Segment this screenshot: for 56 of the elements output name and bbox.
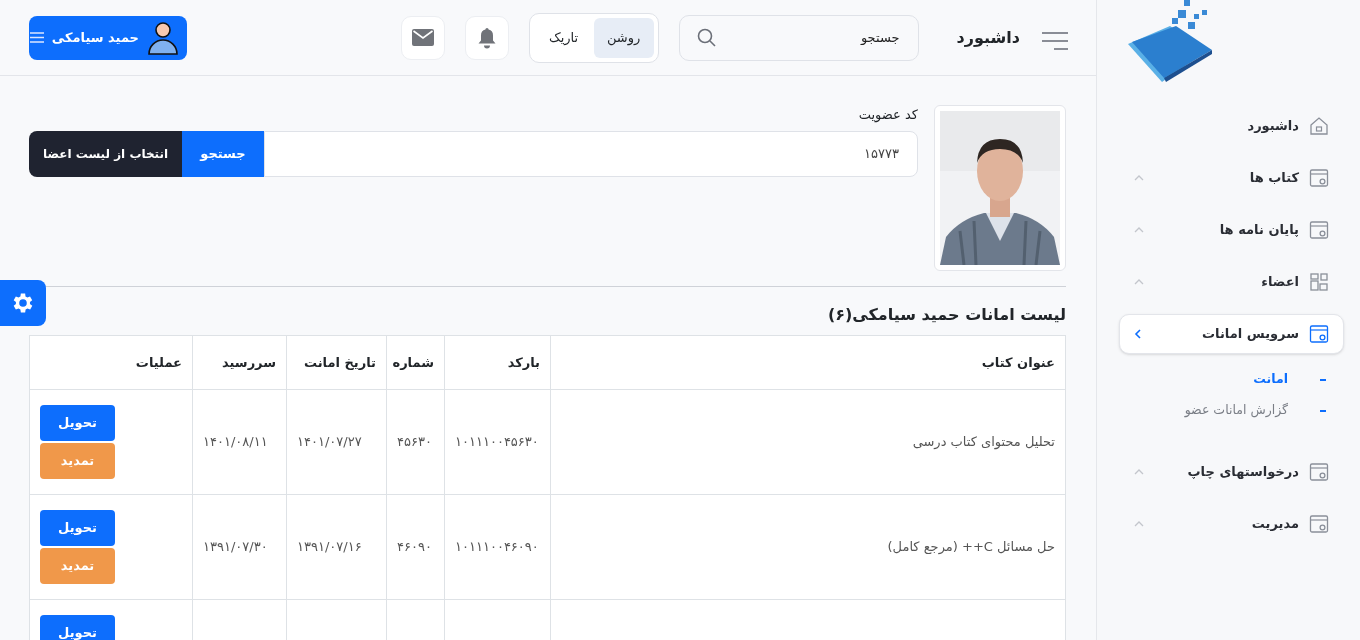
column-header: سررسید (192, 335, 287, 390)
avatar-icon (147, 20, 179, 55)
page-title: داشبورد (956, 26, 1020, 49)
table-cell: ۱۳۹۱/۰۷/۱۶ (297, 539, 362, 555)
table-cell: ۱۴۰۱/۰۸/۱۱ (203, 434, 268, 450)
bell-icon (476, 26, 497, 49)
sidebar-item[interactable]: پایان نامه ها (1119, 210, 1344, 250)
window-settings-icon (1309, 324, 1329, 344)
menu-icon[interactable] (1042, 30, 1068, 51)
table-cell: ۴۵۶۳۰ (397, 434, 432, 450)
menu-icon (29, 32, 44, 43)
return-button[interactable]: تحویل (40, 615, 115, 640)
mail-button[interactable] (400, 15, 445, 60)
table-cell: تحلیل محتوای کتاب درسی (912, 434, 1055, 450)
return-button[interactable]: تحویل (40, 405, 115, 441)
sidebar-item[interactable]: سرویس امانات (1119, 314, 1344, 354)
sidebar-item[interactable]: اعضاء (1119, 262, 1344, 302)
search-button[interactable]: جستجو (182, 130, 264, 177)
search-icon (696, 27, 717, 48)
window-settings-icon (1309, 514, 1329, 534)
field-label: کد عضویت (857, 106, 918, 125)
submenu-item[interactable]: امانت (1253, 370, 1288, 389)
column-header: بارکد (444, 335, 551, 390)
user-menu-button[interactable]: حمید سیامکی (29, 15, 187, 60)
notification-button[interactable] (464, 15, 509, 60)
search-field[interactable]: جستجو (678, 14, 919, 61)
sidebar-item[interactable]: مدیریت (1119, 504, 1344, 544)
window-settings-icon (1309, 220, 1329, 240)
bullet-dash (1320, 409, 1326, 412)
settings-button[interactable] (0, 280, 46, 326)
submenu-item[interactable]: گزارش امانات عضو (1184, 401, 1288, 420)
bullet-dash (1320, 378, 1326, 381)
window-settings-icon (1309, 462, 1329, 482)
column-header: تاریخ امانت (286, 335, 387, 390)
window-settings-icon (1309, 168, 1329, 188)
sidebar-item[interactable]: کتاب ها (1119, 158, 1344, 198)
pick-member-button[interactable]: انتخاب از لیست اعضا (29, 130, 182, 177)
column-header: شماره (386, 335, 445, 390)
section-title: لیست امانات حمید سیامکی(۶) (826, 304, 1066, 326)
table-cell: ۱۴۰۱/۰۷/۲۷ (297, 434, 362, 450)
table-cell: ۱۳۹۱/۰۷/۳۰ (203, 539, 268, 555)
column-header: عنوان کتاب (550, 335, 1066, 390)
return-button[interactable]: تحویل (40, 510, 115, 546)
member-code-field[interactable]: ۱۵۷۷۳ (264, 130, 918, 177)
column-header: عملیات (29, 335, 193, 390)
grid-icon (1309, 272, 1329, 292)
sidebar-item[interactable]: داشبورد (1119, 106, 1344, 146)
theme-option[interactable]: روشن (593, 17, 654, 58)
table-cell: حل مسائل C++ (مرجع کامل) (887, 539, 1055, 555)
user-name: حمید سیامکی (51, 28, 139, 47)
table-cell: ۱۰۱۱۱۰۰۴۶۰۹۰ (455, 539, 539, 555)
home-icon (1309, 116, 1329, 136)
table-cell: ۱۰۱۱۱۰۰۴۵۶۳۰ (455, 434, 539, 450)
table-cell: ۴۶۰۹۰ (397, 539, 432, 555)
mail-icon (411, 29, 434, 46)
sidebar-item[interactable]: درخواستهای چاپ (1119, 452, 1344, 492)
